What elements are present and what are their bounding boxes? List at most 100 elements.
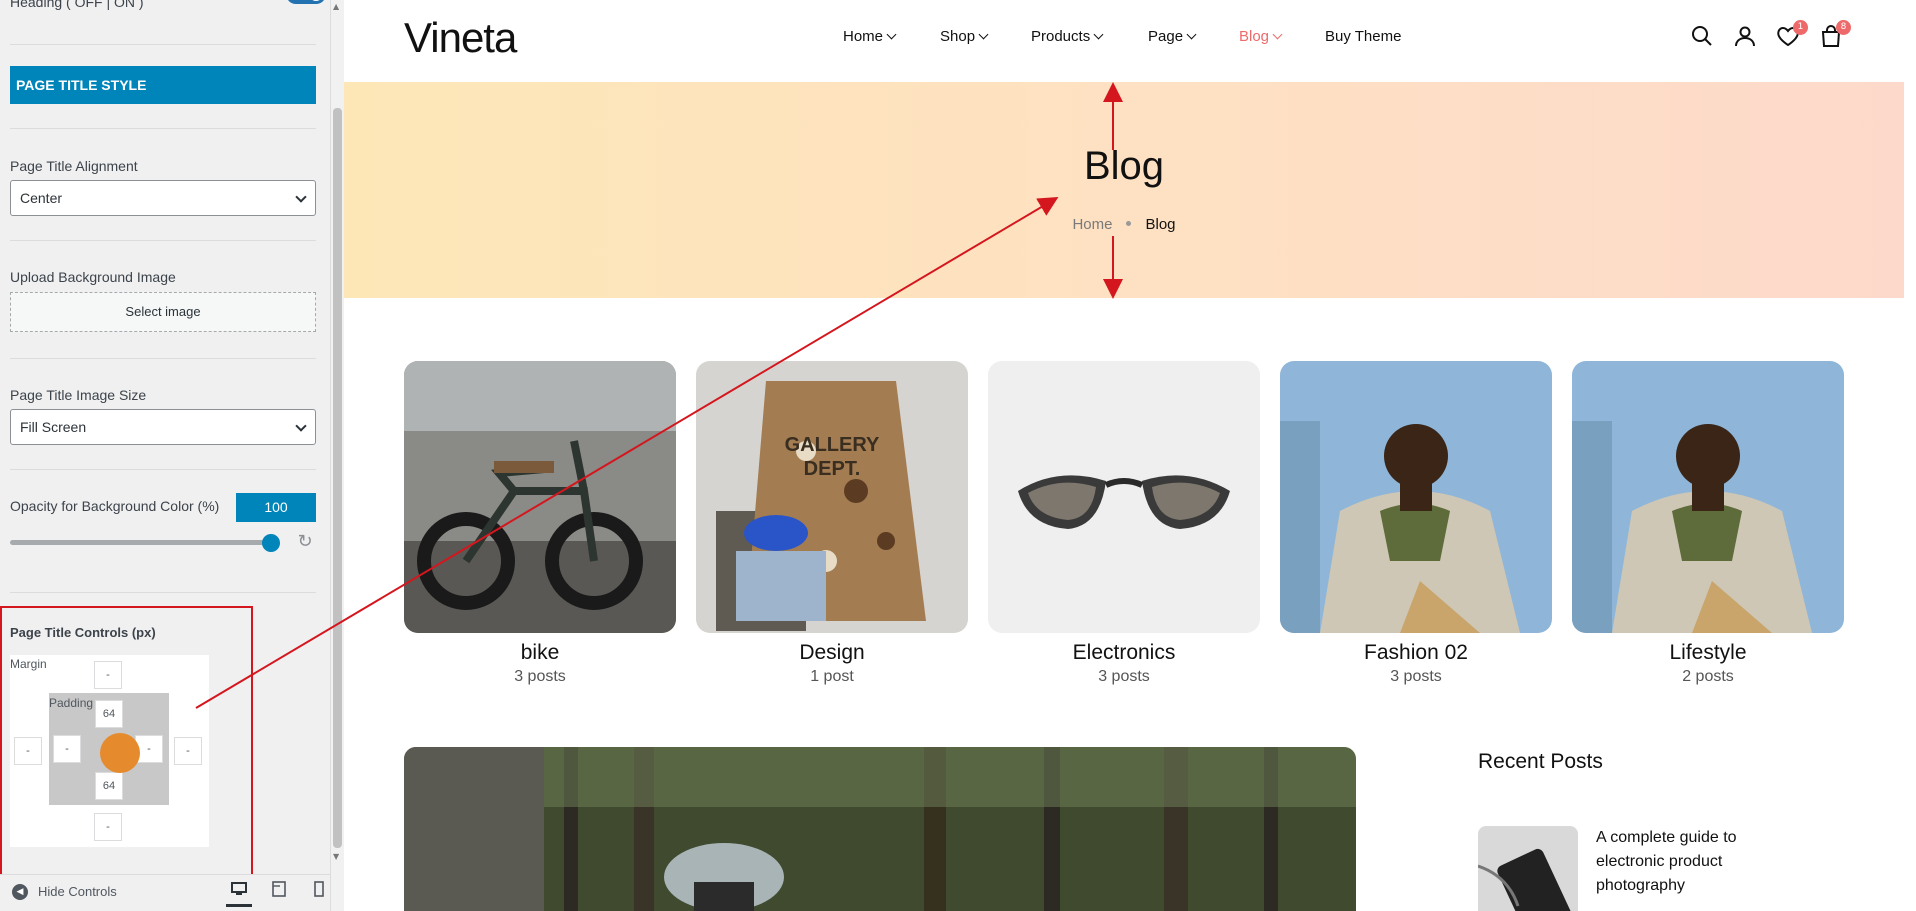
category-count: 3 posts xyxy=(1098,668,1150,685)
padding-left-input[interactable]: - xyxy=(53,735,81,763)
category-name: Fashion 02 xyxy=(1364,641,1468,664)
divider xyxy=(10,240,316,241)
chevron-down-icon xyxy=(886,29,897,40)
featured-post-image[interactable] xyxy=(404,747,1356,911)
recent-posts-title: Recent Posts xyxy=(1478,750,1603,773)
divider xyxy=(10,128,316,129)
divider xyxy=(10,358,316,359)
nav-buy-theme[interactable]: Buy Theme xyxy=(1325,28,1401,45)
category-count: 3 posts xyxy=(514,668,566,685)
nav-blog[interactable]: Blog xyxy=(1239,28,1283,45)
chevron-down-icon xyxy=(1186,29,1197,40)
site-preview: Vineta Home Shop Products Page Blog Buy … xyxy=(344,0,1904,911)
chevron-down-icon xyxy=(295,420,307,432)
category-image-bike[interactable] xyxy=(404,361,676,633)
opacity-input[interactable]: 100 xyxy=(236,493,316,522)
chevron-down-icon xyxy=(295,191,307,203)
margin-label: Margin xyxy=(10,657,47,671)
category-count: 1 post xyxy=(810,668,854,685)
category-count: 3 posts xyxy=(1390,668,1442,685)
chevron-down-icon xyxy=(1093,29,1104,40)
nav-home[interactable]: Home xyxy=(843,28,897,45)
opacity-slider-thumb[interactable] xyxy=(262,534,280,552)
controls-label-wrap: Page Title Controls (px) xyxy=(10,622,316,641)
scroll-up-icon[interactable]: ▲ xyxy=(333,2,339,11)
category-card[interactable]: Electronics 3 posts xyxy=(988,361,1260,686)
margin-right-input[interactable]: - xyxy=(174,737,202,765)
svg-text:GALLERY: GALLERY xyxy=(785,434,880,456)
wishlist-badge: 1 xyxy=(1793,20,1808,35)
page-title: Blog xyxy=(1083,144,1165,188)
category-card[interactable]: GALLERY DEPT. Design 1 post xyxy=(696,361,968,686)
opacity-slider-track[interactable] xyxy=(10,540,272,545)
divider xyxy=(10,469,316,470)
image-size-value: Fill Screen xyxy=(20,419,87,435)
svg-text:DEPT.: DEPT. xyxy=(804,458,861,480)
panel-footer: ◀ Hide Controls xyxy=(0,874,330,911)
scroll-down-icon[interactable]: ▼ xyxy=(333,852,339,861)
recent-post-thumbnail[interactable] xyxy=(1478,826,1578,911)
opacity-label-wrap: Opacity for Background Color (%) xyxy=(10,496,230,515)
panel-scroll-thumb[interactable] xyxy=(333,108,342,848)
breadcrumb: Home Blog xyxy=(344,216,1904,233)
upload-label-wrap: Upload Background Image xyxy=(10,267,316,286)
image-size-label: Page Title Image Size xyxy=(10,387,147,403)
customizer-panel: Heading ( OFF | ON ) PAGE TITLE STYLE Pa… xyxy=(0,0,331,911)
divider xyxy=(10,44,316,45)
breadcrumb-separator xyxy=(1126,221,1132,226)
page-title-hero: Blog Home Blog xyxy=(344,82,1904,298)
category-count: 2 posts xyxy=(1682,668,1734,685)
category-name: Lifestyle xyxy=(1669,641,1747,664)
alignment-select[interactable]: Center xyxy=(10,180,316,216)
account-icon[interactable] xyxy=(1733,24,1757,48)
reset-icon[interactable]: ↻ xyxy=(296,533,314,551)
chevron-down-icon xyxy=(1272,29,1283,40)
category-name: Design xyxy=(799,641,865,664)
category-image-lifestyle[interactable] xyxy=(1572,361,1844,633)
desktop-preview-icon[interactable] xyxy=(226,881,252,907)
heading-toggle-label: Heading ( OFF | ON ) xyxy=(10,0,144,10)
alignment-label: Page Title Alignment xyxy=(10,158,138,174)
padding-top-input[interactable]: 64 xyxy=(95,700,123,728)
padding-bottom-input[interactable]: 64 xyxy=(95,772,123,800)
category-image-design[interactable]: GALLERY DEPT. xyxy=(696,361,968,633)
breadcrumb-current: Blog xyxy=(1145,216,1176,233)
cursor-indicator xyxy=(100,733,140,773)
category-name: Electronics xyxy=(1072,641,1176,664)
heading-toggle[interactable] xyxy=(286,0,326,4)
alignment-label-wrap: Page Title Alignment xyxy=(10,156,316,175)
chevron-down-icon xyxy=(978,29,989,40)
cart-badge: 8 xyxy=(1836,20,1851,35)
tablet-preview-icon[interactable] xyxy=(270,881,288,903)
divider xyxy=(10,592,316,593)
category-card[interactable]: bike 3 posts xyxy=(404,361,676,686)
category-name: bike xyxy=(520,641,560,664)
opacity-label: Opacity for Background Color (%) xyxy=(10,498,220,514)
alignment-value: Center xyxy=(20,190,63,206)
mobile-preview-icon[interactable] xyxy=(312,881,326,903)
nav-shop[interactable]: Shop xyxy=(940,28,989,45)
heading-toggle-row: Heading ( OFF | ON ) xyxy=(10,0,326,11)
category-image-fashion[interactable] xyxy=(1280,361,1552,633)
nav-page[interactable]: Page xyxy=(1148,28,1197,45)
site-logo[interactable]: Vineta xyxy=(404,14,517,62)
recent-post-title[interactable]: A complete guide to electronic product p… xyxy=(1596,826,1796,898)
collapse-icon[interactable]: ◀ xyxy=(12,884,28,900)
nav-products[interactable]: Products xyxy=(1031,28,1104,45)
margin-left-input[interactable]: - xyxy=(14,737,42,765)
padding-label: Padding xyxy=(49,696,94,710)
hide-controls-button[interactable]: Hide Controls xyxy=(38,884,117,899)
search-icon[interactable] xyxy=(1690,24,1714,48)
category-card[interactable]: Fashion 02 3 posts xyxy=(1280,361,1552,686)
image-size-label-wrap: Page Title Image Size xyxy=(10,385,316,404)
margin-top-input[interactable]: - xyxy=(94,661,122,689)
controls-label: Page Title Controls (px) xyxy=(10,625,156,640)
category-card[interactable]: Lifestyle 2 posts xyxy=(1572,361,1844,686)
section-heading: PAGE TITLE STYLE xyxy=(10,66,316,104)
image-size-select[interactable]: Fill Screen xyxy=(10,409,316,445)
category-image-electronics[interactable] xyxy=(988,361,1260,633)
margin-bottom-input[interactable]: - xyxy=(94,813,122,841)
upload-label: Upload Background Image xyxy=(10,269,176,285)
select-image-button[interactable]: Select image xyxy=(10,292,316,332)
breadcrumb-home[interactable]: Home xyxy=(1072,216,1112,233)
